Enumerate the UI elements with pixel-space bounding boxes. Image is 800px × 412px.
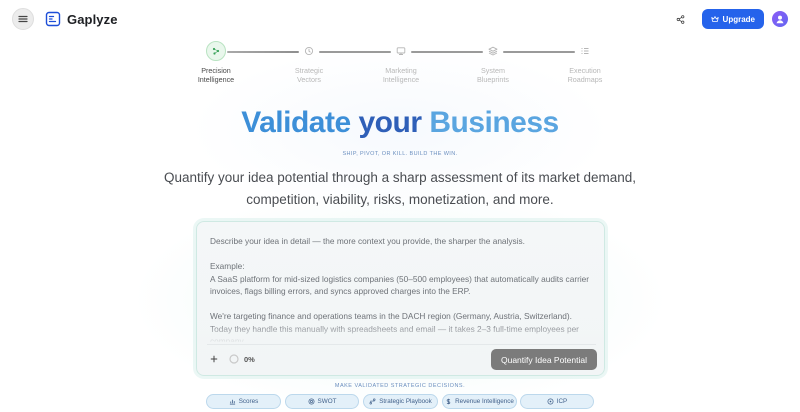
- step-label-marketing-intelligence: Marketing Intelligence: [382, 66, 420, 84]
- hero-tagline: SHIP, PIVOT, OR KILL. BUILD THE WIN.: [342, 151, 458, 157]
- list-icon: [581, 48, 589, 54]
- layers-icon: [488, 46, 498, 56]
- share-icon: [676, 14, 685, 24]
- step-label-precision-intelligence: Precision Intelligence: [197, 66, 235, 84]
- step-marketing-intelligence[interactable]: [391, 41, 411, 61]
- step-connector: [411, 50, 483, 53]
- chip-strategic-playbook[interactable]: Strategic Playbook: [363, 394, 438, 409]
- dollar-icon: [446, 398, 451, 405]
- progress-stepper: Precision Intelligence Strategic Vectors M…: [0, 38, 800, 88]
- step-connector: [319, 50, 391, 53]
- chip-label: SWOT: [317, 398, 337, 405]
- user-avatar[interactable]: [772, 11, 788, 27]
- chip-label: Revenue Intelligence: [455, 398, 514, 405]
- route-icon: [369, 398, 376, 405]
- chip-label: ICP: [556, 398, 568, 405]
- hero-title-part3: Business: [429, 106, 559, 139]
- chip-swot[interactable]: SWOT: [285, 394, 359, 409]
- crown-icon: [710, 16, 719, 22]
- top-bar: Gaplyze Upgrade: [0, 0, 800, 38]
- card-divider: [207, 344, 596, 345]
- decisions-label: MAKE VALIDATED STRATEGIC DECISIONS.: [334, 383, 466, 389]
- megaphone-icon: [396, 47, 406, 55]
- attach-button[interactable]: [207, 352, 221, 366]
- hero-title: Validate your Business: [0, 106, 800, 140]
- step-connector: [503, 50, 575, 53]
- menu-button[interactable]: [12, 8, 34, 30]
- chip-icp[interactable]: ICP: [520, 394, 594, 409]
- step-system-blueprints[interactable]: [483, 41, 503, 61]
- chip-label: Strategic Playbook: [379, 398, 432, 405]
- target-icon: [308, 398, 315, 405]
- brand-name[interactable]: Gaplyze: [67, 12, 118, 27]
- quantify-button[interactable]: Quantify Idea Potential: [491, 349, 597, 370]
- idea-input-card: Describe your idea in detail — the more …: [196, 221, 605, 376]
- upgrade-button[interactable]: Upgrade: [701, 9, 764, 29]
- target-icon: [304, 46, 314, 56]
- hero-title-part2: your: [358, 106, 430, 139]
- step-precision-intelligence[interactable]: [206, 41, 226, 61]
- sparkle-icon: [212, 47, 220, 55]
- share-button[interactable]: [672, 10, 690, 28]
- chip-scores[interactable]: Scores: [206, 394, 281, 409]
- hero-title-part1: Validate: [241, 106, 359, 139]
- step-label-execution-roadmaps: Execution Roadmaps: [567, 66, 603, 84]
- plus-icon: [210, 355, 218, 363]
- user-icon: [776, 15, 784, 24]
- bar-chart-icon: [229, 399, 235, 405]
- text-fade: [197, 322, 604, 344]
- step-label-strategic-vectors: Strategic Vectors: [294, 66, 324, 84]
- chip-revenue-intelligence[interactable]: Revenue Intelligence: [442, 394, 517, 409]
- step-label-system-blueprints: System Blueprints: [477, 66, 509, 84]
- feature-chips: Scores SWOT Strategic Playbook Revenue I…: [0, 394, 800, 410]
- step-execution-roadmaps[interactable]: [575, 41, 595, 61]
- progress-ring-icon: [229, 354, 239, 364]
- progress-percent: 0%: [244, 355, 255, 364]
- upgrade-label: Upgrade: [722, 14, 755, 24]
- step-connector: [227, 50, 299, 53]
- step-strategic-vectors[interactable]: [299, 41, 319, 61]
- logo-icon[interactable]: [45, 11, 61, 27]
- hero-subtitle: Quantify your idea potential through a s…: [163, 170, 636, 207]
- chip-label: Scores: [238, 398, 259, 405]
- header-actions: Upgrade: [672, 9, 788, 29]
- hamburger-icon: [18, 15, 28, 23]
- person-target-icon: [547, 398, 554, 405]
